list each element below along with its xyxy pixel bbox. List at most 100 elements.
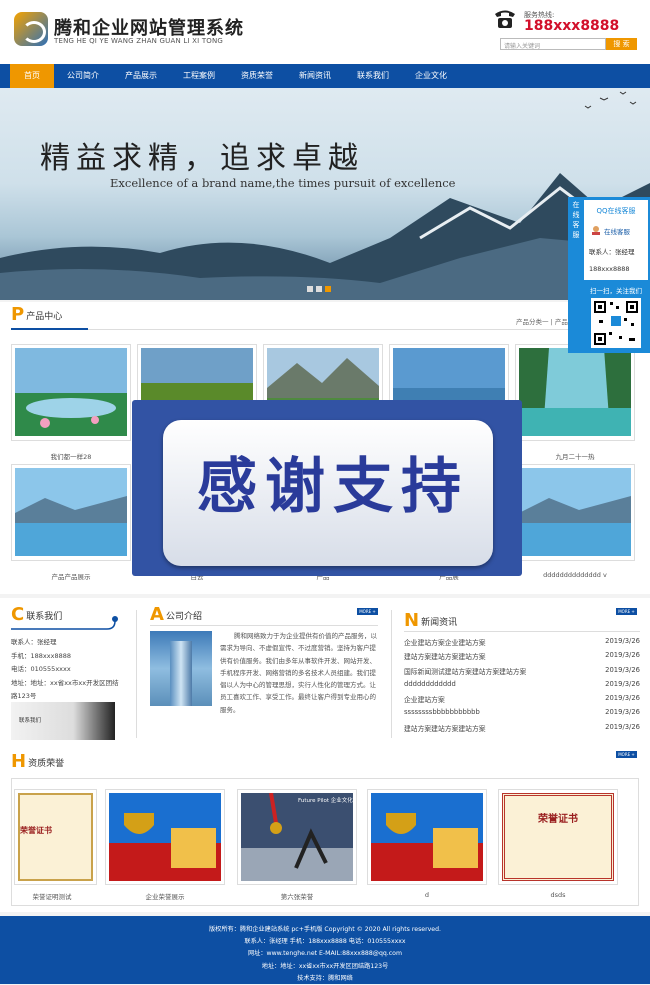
divider xyxy=(391,610,392,738)
thanks-overlay-text: 感谢支持 xyxy=(197,452,469,522)
divider xyxy=(11,329,639,330)
search-button[interactable]: 搜 索 xyxy=(606,38,637,50)
news-item-title[interactable]: 建站方案建站方案建站方案 xyxy=(404,651,486,665)
news-item-date: 2019/3/26 xyxy=(605,637,640,645)
product-caption[interactable]: dddddddddddddd v xyxy=(515,571,635,579)
products-underline xyxy=(11,328,88,330)
news-item-title[interactable]: dddddddddddd xyxy=(404,680,456,694)
certificate-title: 荣誉证书 xyxy=(538,814,578,825)
qq-phone: 188xxx8888 xyxy=(589,265,630,273)
footer-tech-support[interactable]: 技术支持：腾和网络 xyxy=(0,973,650,985)
product-card[interactable] xyxy=(515,464,635,561)
news-more-button[interactable]: MORE + xyxy=(616,608,637,615)
product-caption[interactable]: 产品产品展示 xyxy=(11,571,131,581)
nav-item-culture[interactable]: 企业文化 xyxy=(402,64,460,88)
product-card[interactable] xyxy=(11,464,131,561)
products-letter: P xyxy=(11,304,25,325)
qq-title: QQ在线客服 xyxy=(596,207,636,215)
news-item[interactable]: dddddddddddd 2019/3/26 xyxy=(404,680,640,694)
news-item[interactable]: 企业建站方案 2019/3/26 xyxy=(404,694,640,708)
honor-caption[interactable]: 企业荣誉展示 xyxy=(105,891,225,901)
news-item-date: 2019/3/26 xyxy=(605,708,640,717)
about-more-button[interactable]: MORE + xyxy=(357,608,378,615)
nav-item-home[interactable]: 首页 xyxy=(10,64,54,88)
divider xyxy=(404,631,640,632)
news-item-title[interactable]: 企业建站方案企业建站方案 xyxy=(404,637,486,651)
news-heading: N 新闻资讯 xyxy=(404,612,457,630)
about-title[interactable]: 公司介绍 xyxy=(166,609,202,622)
honors-more-button[interactable]: MORE + xyxy=(616,751,637,758)
future-pilot-image xyxy=(241,792,353,881)
nav-item-contact[interactable]: 联系我们 xyxy=(344,64,402,88)
news-item-date: 2019/3/26 xyxy=(605,651,640,660)
honor-card[interactable] xyxy=(105,789,225,885)
nav-item-products[interactable]: 产品展示 xyxy=(112,64,170,88)
footer-contact: 联系人：张经理 手机：188xxx8888 电话：010555xxxx xyxy=(244,938,406,946)
certificate-image: 荣誉证书 xyxy=(18,793,93,881)
product-caption[interactable]: 九月二十一热 xyxy=(515,451,635,461)
honor-card[interactable] xyxy=(367,789,487,885)
news-item-title[interactable]: 国际新闻测试建站方案建站方案建站方案 xyxy=(404,666,526,680)
banner-subtitle: Excellence of a brand name,the times pur… xyxy=(110,176,456,190)
qq-vertical-label[interactable]: 在线客服 xyxy=(570,200,582,240)
site-logo[interactable] xyxy=(14,12,48,46)
about-image xyxy=(150,631,212,706)
product-image xyxy=(519,468,631,556)
contact-image-text: 联系我们 xyxy=(19,718,42,724)
certificate-text: 荣誉证书 xyxy=(20,826,52,835)
news-item-title[interactable]: 企业建站方案 xyxy=(404,694,445,708)
news-item-title[interactable]: ssssssssbbbbbbbbbbb xyxy=(404,708,480,722)
news-item[interactable]: 建站方案建站方案建站方案 2019/3/26 xyxy=(404,723,640,737)
products-title[interactable]: 产品中心 xyxy=(26,309,62,322)
qq-online-link[interactable]: 在线客服 xyxy=(604,226,630,236)
honor-caption[interactable]: dsds xyxy=(498,891,618,899)
news-item-date: 2019/3/26 xyxy=(605,679,640,688)
header: 腾和企业网站管理系统 TENG HE QI YE WANG ZHAN GUAN … xyxy=(0,0,650,64)
footer-website[interactable]: 网址：www.tenghe.net E-MAIL:88xxx888@qq.com xyxy=(0,948,650,960)
honors-title[interactable]: 资质荣誉 xyxy=(28,756,64,769)
honor-caption[interactable]: d xyxy=(367,891,487,899)
slider-dot[interactable] xyxy=(307,286,313,292)
news-item[interactable]: 国际新闻测试建站方案建站方案建站方案 2019/3/26 xyxy=(404,666,640,680)
divider xyxy=(150,625,378,626)
honor-card[interactable]: 荣誉证书 xyxy=(498,789,618,885)
honor-card[interactable]: 荣誉证书 xyxy=(14,789,97,885)
slider-dot[interactable] xyxy=(316,286,322,292)
product-caption[interactable]: 我们都一样28 xyxy=(11,451,131,461)
news-item[interactable]: 企业建站方案企业建站方案 2019/3/26 xyxy=(404,637,640,651)
news-item-title[interactable]: 建站方案建站方案建站方案 xyxy=(404,723,486,737)
about-heading: A 公司介绍 xyxy=(150,606,202,624)
nav-item-honors[interactable]: 资质荣誉 xyxy=(228,64,286,88)
nav-item-cases[interactable]: 工程案例 xyxy=(170,64,228,88)
product-card[interactable] xyxy=(515,344,635,441)
news-item[interactable]: 建站方案建站方案建站方案 2019/3/26 xyxy=(404,651,640,665)
mountain-landscape-image xyxy=(0,91,650,300)
honors-heading: H 资质荣誉 xyxy=(11,753,64,771)
future-pilot-text: Future Pilot 企业文化 xyxy=(298,798,353,804)
footer-address: 地址：地址：xx省xx市xx开发区团结路123号 xyxy=(261,962,389,970)
product-card[interactable] xyxy=(11,344,131,441)
building-image xyxy=(170,641,192,706)
honor-caption[interactable]: 第六张荣誉 xyxy=(237,891,357,901)
qq-scan-label: 扫一扫，关注我们 xyxy=(590,287,642,295)
news-item-date: 2019/3/26 xyxy=(605,694,640,703)
honors-letter: H xyxy=(11,751,27,772)
qq-avatar-icon xyxy=(592,226,600,235)
honor-card[interactable]: Future Pilot 企业文化 xyxy=(237,789,357,885)
contact-underline-phone-icon xyxy=(11,616,118,630)
honor-caption[interactable]: 荣誉证明测试 xyxy=(0,891,112,901)
divider xyxy=(136,610,137,738)
search-input[interactable]: 请输入关键词 xyxy=(500,38,606,50)
nav-item-news[interactable]: 新闻资讯 xyxy=(286,64,344,88)
news-title[interactable]: 新闻资讯 xyxy=(421,615,457,628)
hero-banner[interactable]: 精益求精，追求卓越 Excellence of a brand name,the… xyxy=(0,88,650,300)
phone-icon xyxy=(495,10,515,28)
nav-item-about[interactable]: 公司简介 xyxy=(54,64,112,88)
banner-title: 精益求精，追求卓越 xyxy=(40,141,364,176)
news-item-date: 2019/3/26 xyxy=(605,722,640,731)
slider-dots xyxy=(307,286,331,292)
news-item[interactable]: ssssssssbbbbbbbbbbb 2019/3/26 xyxy=(404,708,640,722)
slider-dot-active[interactable] xyxy=(325,286,331,292)
contact-person: 联系人：张经理 xyxy=(11,638,57,646)
product-image xyxy=(519,348,631,436)
